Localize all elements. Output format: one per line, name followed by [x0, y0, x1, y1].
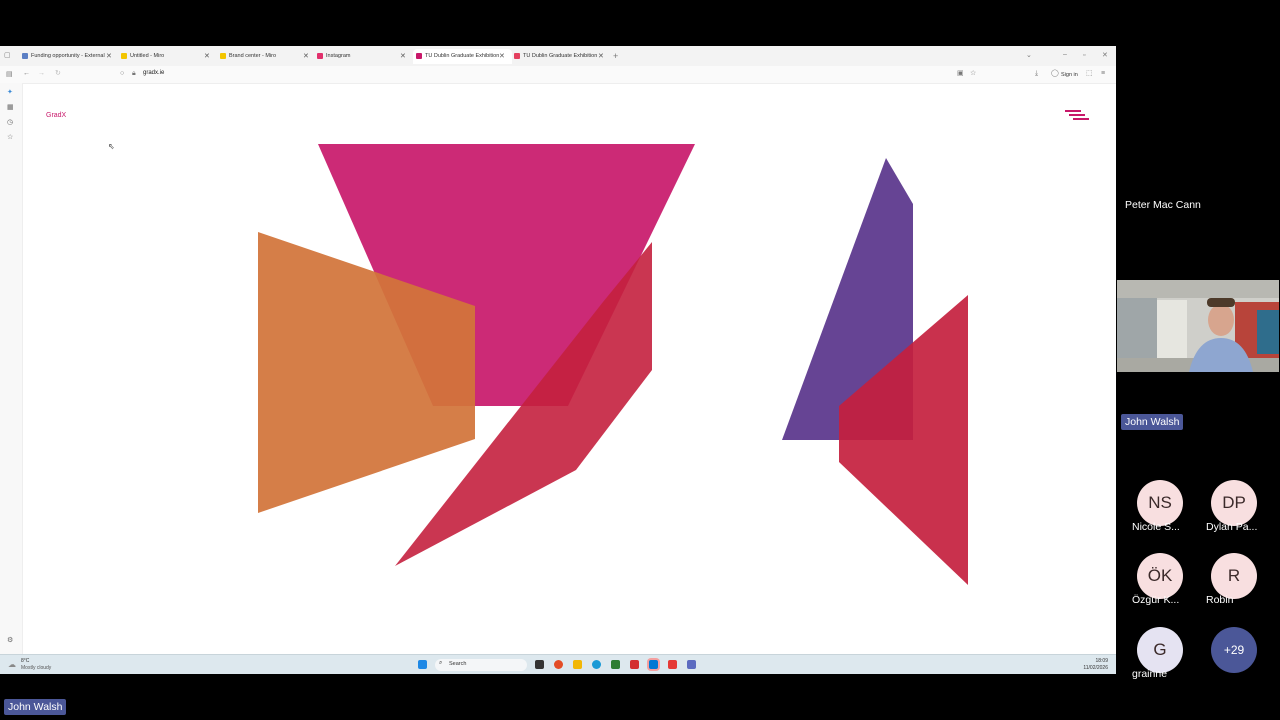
participant-avatar-r[interactable]: R: [1211, 553, 1257, 599]
settings-gear-icon[interactable]: ⚙: [7, 636, 13, 644]
participant-avatar-g[interactable]: G: [1137, 627, 1183, 673]
tab-favicon-icon: [121, 52, 127, 59]
site-info-icon[interactable]: ○: [120, 70, 124, 78]
clock-time[interactable]: 18:09: [1095, 658, 1108, 664]
browser-sidebar: ✦ ▦ ◷ ☆ ⚙: [0, 83, 23, 654]
outlook-icon[interactable]: [649, 660, 658, 669]
participant-name: Özgür K...: [1132, 594, 1180, 606]
firefox-icon[interactable]: [554, 660, 563, 669]
store-icon[interactable]: [611, 660, 620, 669]
tab-favicon-icon: [416, 52, 422, 59]
close-tab-icon[interactable]: ✕: [204, 49, 210, 64]
tab-favicon-icon: [317, 52, 323, 59]
taskbar-search-box[interactable]: ⌕ Search: [435, 659, 527, 671]
search-placeholder: Search: [449, 661, 467, 667]
more-participants-button[interactable]: +29: [1211, 627, 1257, 673]
weather-description[interactable]: Mostly cloudy: [21, 665, 51, 671]
gradx-webpage: GradX ⇖: [23, 84, 1116, 654]
forward-icon[interactable]: →: [38, 70, 45, 78]
weather-temperature[interactable]: 8°C: [21, 658, 29, 664]
url-field[interactable]: gradx.ie: [143, 70, 164, 76]
tab-tu-dublin-active[interactable]: TU Dublin Graduate Exhibition ✕: [413, 49, 512, 64]
search-icon: ⌕: [439, 660, 443, 666]
menu-more-icon[interactable]: ≡: [1101, 70, 1105, 78]
tab-label: TU Dublin Graduate Exhibition: [523, 53, 598, 59]
tab-instagram[interactable]: Instagram ✕: [317, 49, 411, 64]
tab-label: Untitled - Miro: [130, 53, 165, 59]
browser-tab-bar: ▢ Funding opportunity - External ✕ Untit…: [0, 46, 1116, 67]
maximize-icon[interactable]: ▫: [1083, 52, 1085, 60]
file-explorer-icon[interactable]: [573, 660, 582, 669]
weather-cloud-icon[interactable]: ☁: [8, 660, 16, 669]
participant-name: Robin: [1206, 594, 1234, 606]
participant-name: grainne: [1132, 668, 1168, 680]
close-tab-icon[interactable]: ✕: [106, 49, 112, 64]
acrobat-icon[interactable]: [630, 660, 639, 669]
shared-screen: ▢ Funding opportunity - External ✕ Untit…: [0, 46, 1116, 674]
tab-favicon-icon: [220, 52, 226, 59]
collections-icon[interactable]: ▦: [7, 103, 14, 111]
video-frame-image: [1117, 280, 1279, 372]
sign-in-button[interactable]: Sign in: [1061, 71, 1078, 79]
participant-name: Dylan Pa...: [1206, 521, 1258, 533]
participant-avatar-ns[interactable]: NS: [1137, 480, 1183, 526]
close-tab-icon[interactable]: ✕: [400, 49, 406, 64]
tab-funding[interactable]: Funding opportunity - External ✕: [22, 49, 116, 64]
tab-tu-dublin[interactable]: TU Dublin Graduate Exhibition ✕: [514, 49, 608, 64]
tab-label: Instagram: [326, 53, 351, 59]
bookmark-star-icon[interactable]: ☆: [970, 70, 976, 78]
close-tab-icon[interactable]: ✕: [499, 49, 505, 64]
tab-favicon-icon: [22, 52, 28, 59]
tab-label: Brand center - Miro: [229, 53, 277, 59]
tab-label: Funding opportunity - External: [31, 53, 105, 59]
tab-list-icon[interactable]: ⌄: [1026, 52, 1032, 60]
download-icon[interactable]: ⤓: [1035, 70, 1038, 78]
extensions-icon[interactable]: ⬚: [1086, 70, 1093, 78]
app-icon[interactable]: [668, 660, 677, 669]
presenter-label: John Walsh: [4, 699, 67, 715]
participant-name: Nicole S...: [1132, 521, 1180, 533]
active-speaker-name: Peter Mac Cann: [1125, 199, 1201, 211]
clock-date[interactable]: 11/02/2026: [1083, 665, 1108, 671]
new-tab-icon[interactable]: +: [613, 52, 618, 61]
address-bar-row: ▤ ← → ↻ ○ 🔒︎ gradx.ie ▣ ☆ ⤓ ◯ Sign in ⬚ …: [0, 66, 1116, 84]
tab-favicon-icon: [514, 52, 520, 59]
tab-label: TU Dublin Graduate Exhibition: [425, 53, 500, 59]
teams-icon[interactable]: [687, 660, 696, 669]
windows-start-icon[interactable]: [418, 660, 427, 669]
minimize-icon[interactable]: –: [1063, 51, 1067, 59]
history-icon[interactable]: ◷: [7, 118, 13, 126]
copilot-icon[interactable]: ✦: [7, 88, 13, 96]
close-window-icon[interactable]: ✕: [1102, 52, 1108, 60]
refresh-icon[interactable]: ↻: [55, 70, 61, 78]
participant-video-label: John Walsh: [1121, 414, 1184, 430]
participant-avatar-dp[interactable]: DP: [1211, 480, 1257, 526]
reader-view-icon[interactable]: ▣: [957, 70, 964, 78]
tab-untitled-miro[interactable]: Untitled - Miro ✕: [121, 49, 215, 64]
account-icon[interactable]: ◯: [1051, 70, 1059, 78]
hero-artwork: [258, 144, 968, 585]
tab-actions-icon[interactable]: ▢: [4, 52, 11, 60]
tab-brand-center[interactable]: Brand center - Miro ✕: [220, 49, 314, 64]
sidebar-toggle-icon[interactable]: ▤: [6, 71, 13, 79]
lock-icon: 🔒︎: [132, 70, 136, 77]
favorites-icon[interactable]: ☆: [7, 133, 13, 141]
close-tab-icon[interactable]: ✕: [598, 49, 604, 64]
participant-avatar-ok[interactable]: ÖK: [1137, 553, 1183, 599]
participant-video[interactable]: [1117, 280, 1279, 372]
windows-taskbar: ☁ 8°C Mostly cloudy ⌕ Search 18:09 11/02…: [0, 654, 1116, 674]
task-view-icon[interactable]: [535, 660, 544, 669]
edge-icon[interactable]: [592, 660, 601, 669]
close-tab-icon[interactable]: ✕: [303, 49, 309, 64]
back-icon[interactable]: ←: [23, 70, 30, 78]
